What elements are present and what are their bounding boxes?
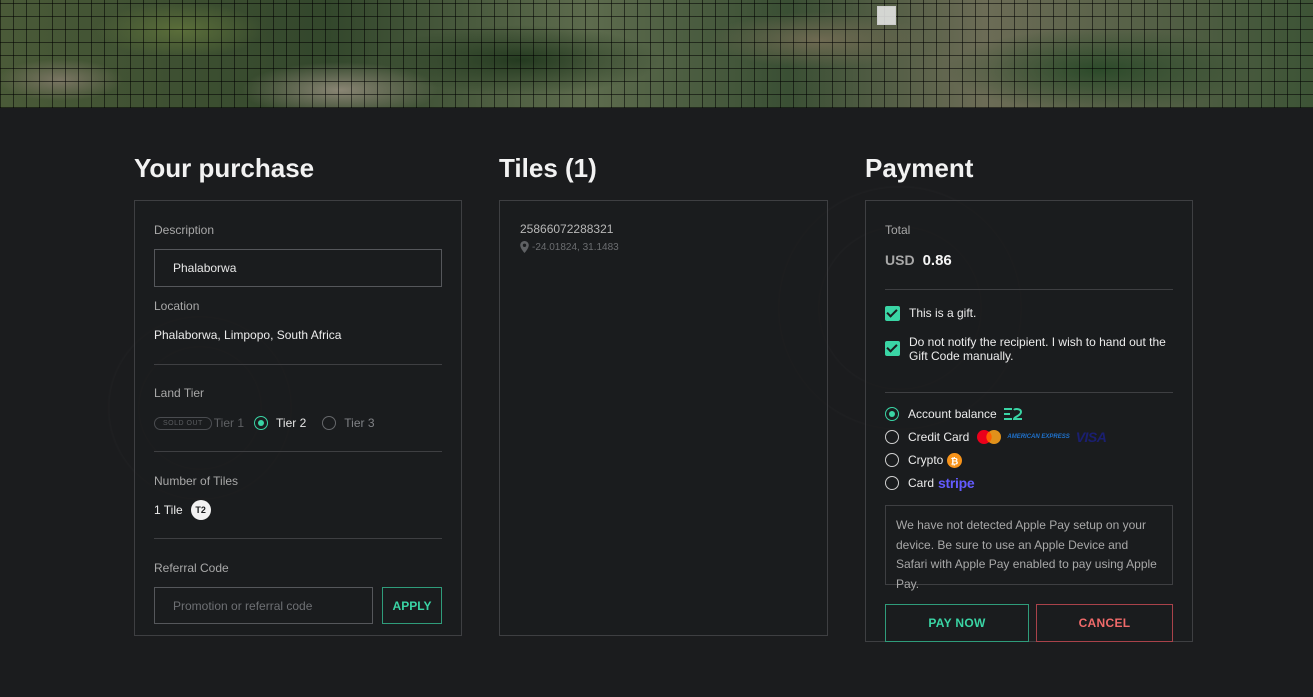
tier-selector: SOLD OUT Tier 1 Tier 2 Tier 3: [154, 414, 391, 432]
gift-label: This is a gift.: [909, 306, 977, 320]
tiles-count: 1 Tile T2: [154, 500, 211, 520]
description-label: Description: [154, 223, 215, 237]
divider: [885, 289, 1173, 290]
tile-id[interactable]: 25866072288321: [520, 222, 613, 236]
divider: [154, 364, 442, 365]
account-balance-label: Account balance: [908, 407, 997, 421]
credit-card-label: Credit Card: [908, 430, 970, 444]
credit-card-radio[interactable]: [885, 430, 899, 444]
tiles-section: Tiles (1) 25866072288321 -24.01824, 31.1…: [499, 150, 828, 636]
tile-coordinates-value: -24.01824, 31.1483: [532, 241, 619, 253]
location-label: Location: [154, 299, 200, 313]
payment-section: Payment Total USD 0.86 This is a gift. D…: [865, 150, 1193, 642]
referral-input[interactable]: [154, 587, 373, 624]
map-preview[interactable]: [0, 0, 1313, 108]
no-notify-checkbox[interactable]: [885, 341, 900, 356]
crypto-label: Crypto: [908, 453, 944, 467]
svg-text:₿: ₿: [951, 456, 959, 467]
bitcoin-icon: ₿: [947, 452, 963, 468]
account-balance-radio[interactable]: [885, 407, 899, 421]
description-input[interactable]: [154, 249, 442, 287]
location-pin-icon: [520, 241, 529, 253]
payment-panel: Total USD 0.86 This is a gift. Do not no…: [865, 200, 1193, 642]
selected-tile[interactable]: [877, 6, 896, 25]
tier-3-label[interactable]: Tier 3: [344, 416, 374, 430]
payment-method-credit-card[interactable]: Credit Card AMERICAN EXPRESS VISA: [885, 428, 1107, 446]
cancel-button[interactable]: CANCEL: [1036, 604, 1173, 642]
referral-label: Referral Code: [154, 561, 229, 575]
apply-button[interactable]: APPLY: [382, 587, 442, 624]
payment-method-crypto[interactable]: Crypto ₿: [885, 451, 963, 469]
tiles-count-value: 1 Tile: [154, 503, 183, 517]
gift-checkbox[interactable]: [885, 306, 900, 321]
purchase-panel: Description Location Phalaborwa, Limpopo…: [134, 200, 462, 636]
crypto-radio[interactable]: [885, 453, 899, 467]
purchase-title: Your purchase: [134, 153, 315, 183]
sold-out-badge: SOLD OUT: [154, 416, 212, 430]
amount-value: 0.86: [922, 252, 952, 269]
tier-1-option: Tier 1: [213, 416, 245, 430]
location-value: Phalaborwa, Limpopo, South Africa: [154, 328, 342, 342]
divider: [885, 392, 1173, 393]
gift-checkbox-row[interactable]: This is a gift.: [885, 306, 976, 321]
stripe-icon: stripe: [938, 475, 975, 491]
tile-coordinates: -24.01824, 31.1483: [520, 241, 619, 253]
total-label: Total: [885, 223, 911, 237]
total-amount: USD 0.86: [885, 252, 952, 269]
no-notify-label: Do not notify the recipient. I wish to h…: [909, 335, 1166, 363]
apple-pay-notice: We have not detected Apple Pay setup on …: [885, 505, 1173, 591]
visa-icon: VISA: [1075, 429, 1107, 445]
tier-2-radio[interactable]: [254, 416, 269, 430]
e2-logo-icon: [1003, 408, 1022, 420]
currency: USD: [885, 252, 915, 268]
land-tier-label: Land Tier: [154, 386, 205, 400]
tile-grid: [0, 0, 1313, 108]
divider: [154, 451, 442, 452]
amex-icon: AMERICAN EXPRESS: [1007, 434, 1070, 440]
tier-badge: T2: [190, 500, 211, 520]
tier-2-label[interactable]: Tier 2: [276, 416, 306, 430]
payment-title: Payment: [865, 153, 974, 183]
tiles-panel: 25866072288321 -24.01824, 31.1483: [499, 200, 828, 636]
tiles-count-label: Number of Tiles: [154, 474, 239, 488]
card-label: Card: [908, 476, 935, 490]
mastercard-icon: [977, 430, 1002, 444]
payment-method-account-balance[interactable]: Account balance: [885, 405, 1023, 423]
pay-now-button[interactable]: PAY NOW: [885, 604, 1029, 642]
tier-3-radio[interactable]: [322, 416, 337, 430]
purchase-section: Your purchase Description Location Phala…: [134, 150, 462, 636]
stripe-radio[interactable]: [885, 476, 899, 490]
payment-method-stripe[interactable]: Card stripe: [885, 474, 975, 492]
tiles-title: Tiles (1): [499, 153, 597, 183]
divider: [154, 538, 442, 539]
no-notify-checkbox-row[interactable]: Do not notify the recipient. I wish to h…: [885, 335, 1180, 363]
